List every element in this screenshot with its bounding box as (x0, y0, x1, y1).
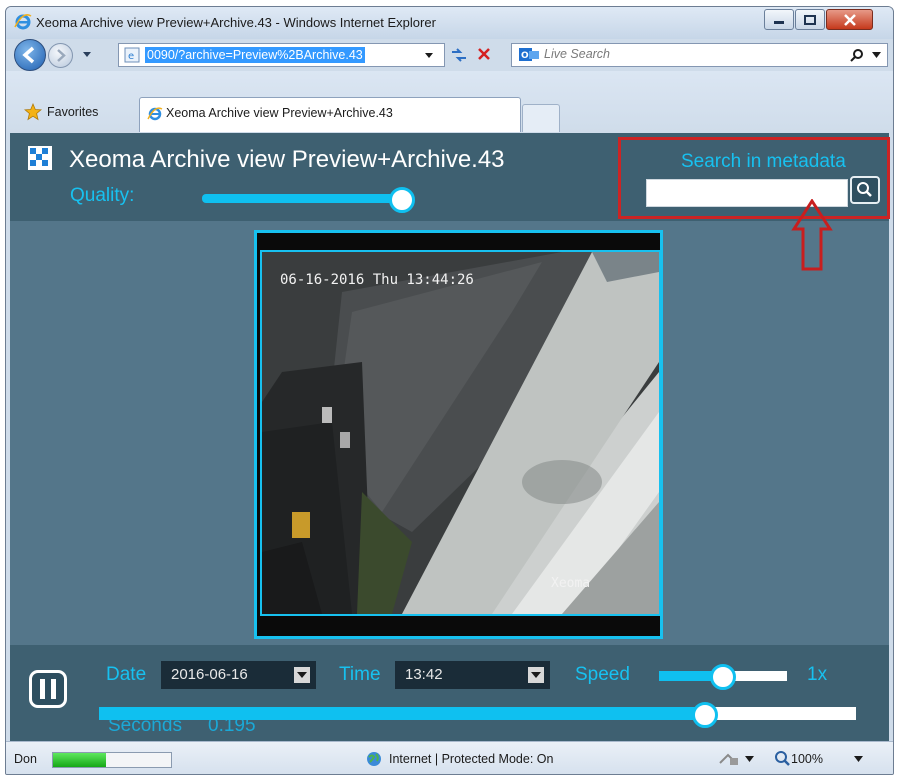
load-progress-bar (52, 752, 172, 768)
minimize-button[interactable] (764, 9, 794, 30)
seconds-slider-fill (99, 707, 705, 720)
video-timestamp: 06-16-2016 Thu 13:44:26 (280, 272, 474, 288)
window-title: Xeoma Archive view Preview+Archive.43 - … (36, 15, 436, 30)
up-arrow-annotation-icon (791, 199, 833, 271)
time-select[interactable]: 13:42 (395, 661, 550, 689)
new-tab-button[interactable] (522, 104, 560, 132)
ie-tab-icon (147, 107, 163, 121)
protected-mode-icon[interactable] (718, 751, 740, 767)
title-bar: Xeoma Archive view Preview+Archive.43 - … (6, 7, 893, 39)
live-search-placeholder: Live Search (544, 47, 611, 61)
pause-icon (40, 679, 56, 699)
maximize-icon (804, 14, 816, 25)
time-label: Time (339, 664, 381, 685)
refresh-icon[interactable] (449, 46, 469, 64)
video-watermark: Xeoma (551, 576, 591, 591)
video-player[interactable]: 06-16-2016 Thu 13:44:26 Xeoma (254, 230, 663, 639)
speed-label: Speed (575, 664, 630, 685)
search-dropdown-icon[interactable] (872, 52, 881, 59)
pause-button[interactable] (29, 670, 67, 708)
zoom-level[interactable]: 100% (791, 752, 823, 766)
close-icon (843, 13, 856, 26)
tab-xeoma-archive[interactable]: Xeoma Archive view Preview+Archive.43 (139, 97, 521, 132)
page-icon: e (124, 47, 140, 63)
stop-icon[interactable] (476, 46, 492, 62)
time-value: 13:42 (405, 666, 443, 683)
speed-value: 1x (807, 664, 828, 685)
live-search-logo-icon: O (519, 48, 539, 61)
date-value: 2016-06-16 (171, 666, 248, 683)
date-chevron-down-icon (294, 667, 310, 683)
star-icon (24, 103, 42, 121)
status-text: Don (14, 752, 37, 766)
seconds-slider-track (704, 707, 856, 720)
camera-image (262, 252, 659, 614)
page-content: Xeoma Archive view Preview+Archive.43 Qu… (10, 133, 890, 741)
forward-button[interactable] (48, 43, 73, 68)
speed-slider-knob[interactable] (710, 664, 736, 690)
tab-title: Xeoma Archive view Preview+Archive.43 (166, 106, 393, 120)
protected-mode-dropdown-icon[interactable] (745, 756, 754, 763)
zoom-dropdown-icon[interactable] (854, 756, 863, 763)
playback-controls: Date 2016-06-16 Time 13:42 Speed 1x Seco… (10, 645, 889, 741)
recent-pages-chevron-down-icon[interactable] (82, 51, 92, 59)
load-progress-fill (53, 753, 107, 767)
globe-icon (367, 752, 381, 766)
seconds-slider-knob[interactable] (691, 702, 718, 728)
search-icon[interactable] (850, 48, 864, 62)
favorites-bar: Favorites Xeoma Archive view Preview+Arc… (6, 71, 893, 133)
camera-frame: 06-16-2016 Thu 13:44:26 Xeoma (260, 250, 661, 616)
favorites-label: Favorites (47, 105, 99, 119)
ie-logo-icon (14, 14, 32, 30)
minimize-icon (774, 20, 784, 24)
browser-window: Xeoma Archive view Preview+Archive.43 - … (5, 6, 894, 775)
close-window-button[interactable] (826, 9, 873, 30)
forward-arrow-icon (57, 49, 66, 62)
xeoma-logo-icon (28, 146, 52, 170)
navigation-bar: e 0090/?archive=Preview%2BArchive.43 O L… (6, 39, 893, 71)
date-label: Date (106, 664, 147, 685)
maximize-button[interactable] (795, 9, 825, 30)
live-search-box[interactable]: O Live Search (511, 43, 888, 67)
zoom-icon[interactable] (774, 750, 790, 766)
app-header: Xeoma Archive view Preview+Archive.43 Qu… (10, 133, 890, 221)
address-text[interactable]: 0090/?archive=Preview%2BArchive.43 (145, 47, 365, 63)
address-bar[interactable]: e 0090/?archive=Preview%2BArchive.43 (118, 43, 445, 67)
svg-text:O: O (521, 51, 529, 61)
date-select[interactable]: 2016-06-16 (161, 661, 316, 689)
status-bar: Don Internet | Protected Mode: On 100% (6, 741, 893, 774)
app-title: Xeoma Archive view Preview+Archive.43 (69, 146, 505, 173)
address-dropdown-icon[interactable] (424, 52, 434, 60)
back-button[interactable] (14, 39, 46, 71)
svg-text:e: e (128, 51, 134, 62)
back-arrow-icon (22, 46, 35, 64)
highlight-box (618, 137, 890, 219)
quality-slider-knob[interactable] (389, 187, 415, 213)
time-chevron-down-icon (528, 667, 544, 683)
quality-label: Quality: (70, 185, 135, 206)
security-zone-text[interactable]: Internet | Protected Mode: On (389, 752, 553, 766)
quality-slider-track (202, 194, 402, 203)
